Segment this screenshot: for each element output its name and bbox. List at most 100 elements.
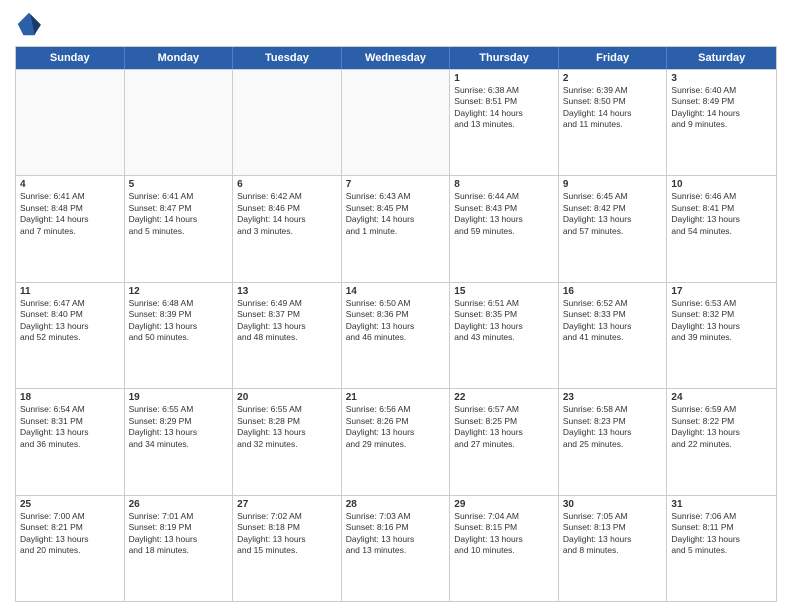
calendar: SundayMondayTuesdayWednesdayThursdayFrid…: [15, 46, 777, 602]
day-cell-12: 12Sunrise: 6:48 AMSunset: 8:39 PMDayligh…: [125, 283, 234, 388]
day-info: Sunrise: 6:42 AMSunset: 8:46 PMDaylight:…: [237, 191, 337, 237]
calendar-header: SundayMondayTuesdayWednesdayThursdayFrid…: [16, 47, 776, 69]
day-cell-21: 21Sunrise: 6:56 AMSunset: 8:26 PMDayligh…: [342, 389, 451, 494]
day-info: Sunrise: 6:57 AMSunset: 8:25 PMDaylight:…: [454, 404, 554, 450]
day-info: Sunrise: 6:48 AMSunset: 8:39 PMDaylight:…: [129, 298, 229, 344]
day-info: Sunrise: 6:50 AMSunset: 8:36 PMDaylight:…: [346, 298, 446, 344]
day-cell-22: 22Sunrise: 6:57 AMSunset: 8:25 PMDayligh…: [450, 389, 559, 494]
day-cell-19: 19Sunrise: 6:55 AMSunset: 8:29 PMDayligh…: [125, 389, 234, 494]
day-number: 15: [454, 286, 554, 297]
day-info: Sunrise: 6:44 AMSunset: 8:43 PMDaylight:…: [454, 191, 554, 237]
weekday-header-friday: Friday: [559, 47, 668, 69]
day-number: 26: [129, 499, 229, 510]
day-info: Sunrise: 7:05 AMSunset: 8:13 PMDaylight:…: [563, 511, 663, 557]
day-number: 29: [454, 499, 554, 510]
day-info: Sunrise: 6:52 AMSunset: 8:33 PMDaylight:…: [563, 298, 663, 344]
day-info: Sunrise: 7:03 AMSunset: 8:16 PMDaylight:…: [346, 511, 446, 557]
day-info: Sunrise: 6:53 AMSunset: 8:32 PMDaylight:…: [671, 298, 772, 344]
day-number: 4: [20, 179, 120, 190]
day-cell-17: 17Sunrise: 6:53 AMSunset: 8:32 PMDayligh…: [667, 283, 776, 388]
day-number: 11: [20, 286, 120, 297]
day-number: 31: [671, 499, 772, 510]
day-number: 25: [20, 499, 120, 510]
calendar-row-1: 4Sunrise: 6:41 AMSunset: 8:48 PMDaylight…: [16, 175, 776, 281]
day-info: Sunrise: 6:43 AMSunset: 8:45 PMDaylight:…: [346, 191, 446, 237]
day-cell-15: 15Sunrise: 6:51 AMSunset: 8:35 PMDayligh…: [450, 283, 559, 388]
day-cell-7: 7Sunrise: 6:43 AMSunset: 8:45 PMDaylight…: [342, 176, 451, 281]
header: [15, 10, 777, 38]
day-cell-25: 25Sunrise: 7:00 AMSunset: 8:21 PMDayligh…: [16, 496, 125, 601]
day-info: Sunrise: 6:51 AMSunset: 8:35 PMDaylight:…: [454, 298, 554, 344]
day-cell-29: 29Sunrise: 7:04 AMSunset: 8:15 PMDayligh…: [450, 496, 559, 601]
day-cell-14: 14Sunrise: 6:50 AMSunset: 8:36 PMDayligh…: [342, 283, 451, 388]
day-cell-11: 11Sunrise: 6:47 AMSunset: 8:40 PMDayligh…: [16, 283, 125, 388]
day-number: 10: [671, 179, 772, 190]
day-number: 28: [346, 499, 446, 510]
day-number: 19: [129, 392, 229, 403]
weekday-header-sunday: Sunday: [16, 47, 125, 69]
day-cell-23: 23Sunrise: 6:58 AMSunset: 8:23 PMDayligh…: [559, 389, 668, 494]
day-info: Sunrise: 6:40 AMSunset: 8:49 PMDaylight:…: [671, 85, 772, 131]
day-number: 1: [454, 73, 554, 84]
day-cell-18: 18Sunrise: 6:54 AMSunset: 8:31 PMDayligh…: [16, 389, 125, 494]
calendar-row-0: 1Sunrise: 6:38 AMSunset: 8:51 PMDaylight…: [16, 69, 776, 175]
calendar-row-3: 18Sunrise: 6:54 AMSunset: 8:31 PMDayligh…: [16, 388, 776, 494]
weekday-header-monday: Monday: [125, 47, 234, 69]
day-info: Sunrise: 7:02 AMSunset: 8:18 PMDaylight:…: [237, 511, 337, 557]
day-number: 16: [563, 286, 663, 297]
day-number: 2: [563, 73, 663, 84]
day-info: Sunrise: 6:58 AMSunset: 8:23 PMDaylight:…: [563, 404, 663, 450]
day-number: 7: [346, 179, 446, 190]
weekday-header-saturday: Saturday: [667, 47, 776, 69]
day-number: 17: [671, 286, 772, 297]
day-number: 12: [129, 286, 229, 297]
day-cell-5: 5Sunrise: 6:41 AMSunset: 8:47 PMDaylight…: [125, 176, 234, 281]
day-number: 9: [563, 179, 663, 190]
weekday-header-wednesday: Wednesday: [342, 47, 451, 69]
day-number: 21: [346, 392, 446, 403]
day-info: Sunrise: 6:47 AMSunset: 8:40 PMDaylight:…: [20, 298, 120, 344]
day-cell-4: 4Sunrise: 6:41 AMSunset: 8:48 PMDaylight…: [16, 176, 125, 281]
day-number: 3: [671, 73, 772, 84]
day-cell-26: 26Sunrise: 7:01 AMSunset: 8:19 PMDayligh…: [125, 496, 234, 601]
day-info: Sunrise: 6:41 AMSunset: 8:48 PMDaylight:…: [20, 191, 120, 237]
day-number: 6: [237, 179, 337, 190]
day-info: Sunrise: 6:46 AMSunset: 8:41 PMDaylight:…: [671, 191, 772, 237]
calendar-body: 1Sunrise: 6:38 AMSunset: 8:51 PMDaylight…: [16, 69, 776, 601]
day-number: 5: [129, 179, 229, 190]
day-cell-20: 20Sunrise: 6:55 AMSunset: 8:28 PMDayligh…: [233, 389, 342, 494]
day-info: Sunrise: 6:38 AMSunset: 8:51 PMDaylight:…: [454, 85, 554, 131]
day-cell-27: 27Sunrise: 7:02 AMSunset: 8:18 PMDayligh…: [233, 496, 342, 601]
calendar-row-2: 11Sunrise: 6:47 AMSunset: 8:40 PMDayligh…: [16, 282, 776, 388]
day-cell-28: 28Sunrise: 7:03 AMSunset: 8:16 PMDayligh…: [342, 496, 451, 601]
day-info: Sunrise: 6:45 AMSunset: 8:42 PMDaylight:…: [563, 191, 663, 237]
weekday-header-tuesday: Tuesday: [233, 47, 342, 69]
day-cell-24: 24Sunrise: 6:59 AMSunset: 8:22 PMDayligh…: [667, 389, 776, 494]
day-cell-1: 1Sunrise: 6:38 AMSunset: 8:51 PMDaylight…: [450, 70, 559, 175]
day-info: Sunrise: 6:55 AMSunset: 8:29 PMDaylight:…: [129, 404, 229, 450]
day-cell-30: 30Sunrise: 7:05 AMSunset: 8:13 PMDayligh…: [559, 496, 668, 601]
day-info: Sunrise: 7:01 AMSunset: 8:19 PMDaylight:…: [129, 511, 229, 557]
day-cell-10: 10Sunrise: 6:46 AMSunset: 8:41 PMDayligh…: [667, 176, 776, 281]
logo-icon: [15, 10, 43, 38]
day-info: Sunrise: 6:54 AMSunset: 8:31 PMDaylight:…: [20, 404, 120, 450]
day-info: Sunrise: 7:06 AMSunset: 8:11 PMDaylight:…: [671, 511, 772, 557]
page: SundayMondayTuesdayWednesdayThursdayFrid…: [0, 0, 792, 612]
weekday-header-thursday: Thursday: [450, 47, 559, 69]
day-number: 23: [563, 392, 663, 403]
empty-cell-0-2: [233, 70, 342, 175]
day-number: 18: [20, 392, 120, 403]
empty-cell-0-0: [16, 70, 125, 175]
day-info: Sunrise: 7:04 AMSunset: 8:15 PMDaylight:…: [454, 511, 554, 557]
day-number: 27: [237, 499, 337, 510]
day-info: Sunrise: 7:00 AMSunset: 8:21 PMDaylight:…: [20, 511, 120, 557]
day-number: 20: [237, 392, 337, 403]
day-info: Sunrise: 6:56 AMSunset: 8:26 PMDaylight:…: [346, 404, 446, 450]
day-cell-16: 16Sunrise: 6:52 AMSunset: 8:33 PMDayligh…: [559, 283, 668, 388]
day-info: Sunrise: 6:49 AMSunset: 8:37 PMDaylight:…: [237, 298, 337, 344]
day-cell-2: 2Sunrise: 6:39 AMSunset: 8:50 PMDaylight…: [559, 70, 668, 175]
day-cell-6: 6Sunrise: 6:42 AMSunset: 8:46 PMDaylight…: [233, 176, 342, 281]
empty-cell-0-3: [342, 70, 451, 175]
day-cell-8: 8Sunrise: 6:44 AMSunset: 8:43 PMDaylight…: [450, 176, 559, 281]
calendar-row-4: 25Sunrise: 7:00 AMSunset: 8:21 PMDayligh…: [16, 495, 776, 601]
